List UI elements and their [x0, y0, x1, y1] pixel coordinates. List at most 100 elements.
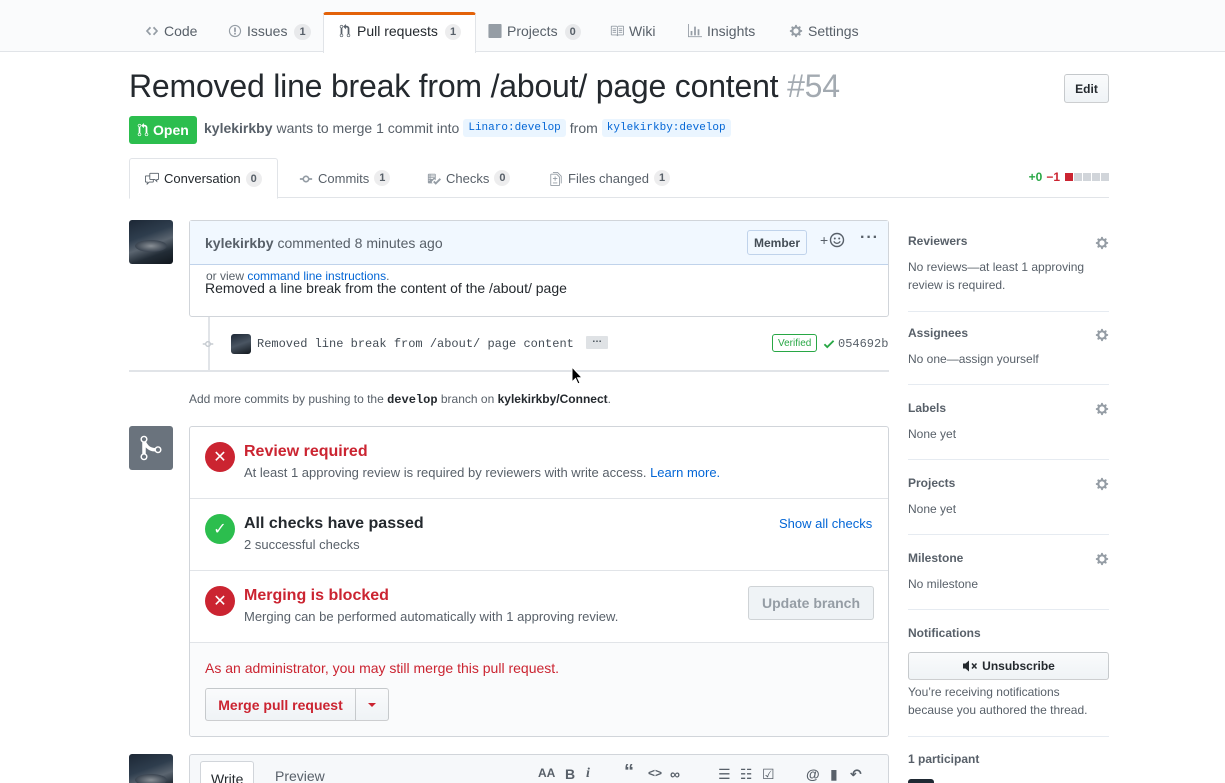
code-icon: [145, 26, 159, 36]
sidebar-assignees-heading: Assignees: [908, 326, 969, 340]
diffstat-block-neutral: [1092, 173, 1100, 181]
tasklist-icon[interactable]: ☑: [762, 766, 775, 783]
participant-avatar[interactable]: [908, 779, 934, 783]
comment-discussion-icon: [145, 172, 159, 186]
diffstat: +0 −1: [1029, 170, 1109, 184]
pr-author-link[interactable]: kylekirkby: [204, 120, 273, 136]
tab-checks[interactable]: Checks 0: [412, 158, 525, 198]
list-unordered-icon[interactable]: ☰: [718, 766, 731, 783]
admin-merge-section: As an administrator, you may still merge…: [190, 643, 888, 736]
bookmark-icon[interactable]: ▮: [830, 766, 838, 783]
sidebar-reviewers-value: No reviews—at least 1 approving review i…: [908, 260, 1085, 292]
mouse-cursor-icon: [571, 366, 583, 385]
reponav-issues[interactable]: Issues 1: [228, 12, 311, 52]
or-view-text: or view command line instructions.: [206, 269, 389, 283]
sidebar-projects-value: None yet: [908, 502, 957, 516]
comment-author[interactable]: kylekirkby: [205, 235, 274, 251]
sidebar-reviewers-heading: Reviewers: [908, 234, 968, 248]
add-reaction-button[interactable]: +: [820, 232, 845, 248]
italic-icon[interactable]: i: [586, 766, 590, 782]
learn-more-link[interactable]: Learn more.: [650, 465, 720, 480]
sidebar-milestone-heading: Milestone: [908, 551, 964, 565]
issue-icon: [228, 24, 242, 38]
reponav-wiki[interactable]: Wiki: [610, 12, 655, 52]
pr-meta-from: from: [569, 120, 598, 136]
list-ordered-icon[interactable]: ☷: [740, 766, 753, 783]
commit-icon: [202, 341, 214, 347]
reponav-insights[interactable]: Insights: [688, 12, 755, 52]
check-icon[interactable]: [823, 337, 835, 351]
diffstat-block-deleted: [1065, 173, 1073, 181]
sidebar-assignees: Assignees No one—assign yourself: [908, 312, 1109, 385]
diffstat-blocks: [1064, 173, 1109, 181]
triangle-down-icon: [368, 702, 376, 707]
diffstat-deletions: −1: [1046, 170, 1060, 184]
update-branch-button[interactable]: Update branch: [748, 586, 874, 620]
expand-commit-button[interactable]: …: [586, 335, 608, 349]
add-commits-prefix: Add more commits by pushing to the: [189, 392, 384, 406]
command-line-link[interactable]: command line instructions: [247, 269, 386, 283]
verified-badge[interactable]: Verified: [772, 334, 818, 352]
gear-icon[interactable]: [1095, 402, 1109, 416]
tab-files-label: Files changed: [568, 170, 649, 186]
tab-preview[interactable]: Preview: [265, 761, 335, 783]
reponav-pulls[interactable]: Pull requests 1: [323, 12, 477, 53]
sidebar-milestone: Milestone No milestone: [908, 535, 1109, 610]
sidebar-labels-heading: Labels: [908, 401, 947, 415]
merge-method-dropdown[interactable]: [356, 688, 389, 721]
pr-number: #54: [787, 68, 840, 104]
add-commits-middle: branch on: [440, 392, 495, 406]
git-merge-icon: [129, 426, 173, 470]
book-icon: [610, 25, 624, 37]
new-comment-composer: Write Preview AA B i “ <> ∞ ☰ ☷ ☑ @ ▮ ↶: [189, 754, 889, 783]
head-branch[interactable]: kylekirkby:develop: [601, 119, 731, 137]
gear-icon[interactable]: [1095, 236, 1109, 250]
commit-message[interactable]: Removed line break from /about/ page con…: [257, 337, 574, 351]
sidebar-assignees-value[interactable]: No one—assign yourself: [908, 350, 1039, 368]
diffstat-block-neutral: [1083, 173, 1091, 181]
base-branch[interactable]: Linaro:develop: [463, 119, 566, 137]
sidebar-milestone-value: No milestone: [908, 577, 979, 591]
code-icon[interactable]: <>: [648, 766, 662, 780]
reponav-pulls-label: Pull requests: [357, 23, 438, 39]
show-all-checks-link[interactable]: Show all checks: [779, 516, 872, 531]
bold-icon[interactable]: B: [565, 766, 575, 782]
checklist-icon: [427, 173, 441, 185]
commit-avatar[interactable]: [231, 334, 251, 354]
gear-icon[interactable]: [1095, 328, 1109, 342]
kebab-icon[interactable]: ···: [860, 229, 879, 247]
reponav-code[interactable]: Code: [145, 12, 197, 52]
state-label: Open: [153, 122, 189, 138]
participants-heading: 1 participant: [908, 752, 980, 766]
or-view-period: .: [386, 269, 390, 283]
tab-files-count: 1: [653, 170, 671, 186]
gear-icon[interactable]: [1095, 552, 1109, 566]
merge-blocked-sub: Merging can be performed automatically w…: [244, 609, 619, 624]
merge-pull-request-button[interactable]: Merge pull request: [205, 688, 356, 721]
review-required-title: Review required: [244, 443, 368, 460]
reponav-projects[interactable]: Projects 0: [488, 12, 581, 52]
graph-icon: [688, 24, 702, 38]
tab-conversation-label: Conversation: [164, 171, 241, 186]
gear-icon[interactable]: [1095, 477, 1109, 491]
tab-files-changed[interactable]: Files changed 1: [534, 158, 685, 198]
pr-meta: kylekirkby wants to merge 1 commit into …: [204, 119, 731, 137]
avatar[interactable]: [129, 754, 173, 783]
avatar[interactable]: [129, 220, 173, 264]
tab-conversation[interactable]: Conversation 0: [129, 158, 278, 199]
commit-sha[interactable]: 054692b: [838, 337, 888, 351]
unsubscribe-button[interactable]: Unsubscribe: [908, 652, 1109, 680]
edit-title-button[interactable]: Edit: [1064, 74, 1109, 103]
tab-commits[interactable]: Commits 1: [284, 158, 405, 198]
header-icon[interactable]: AA: [538, 766, 555, 780]
checks-title: All checks have passed: [244, 515, 424, 532]
comment-time[interactable]: 8 minutes ago: [355, 235, 443, 251]
projects-count: 0: [564, 24, 581, 40]
reponav-settings[interactable]: Settings: [789, 12, 859, 52]
link-icon[interactable]: ∞: [670, 766, 680, 782]
member-badge: Member: [747, 230, 808, 255]
quote-icon[interactable]: “: [624, 761, 634, 783]
tab-write[interactable]: Write: [200, 761, 255, 783]
reply-icon[interactable]: ↶: [850, 766, 862, 783]
mention-icon[interactable]: @: [806, 766, 820, 782]
